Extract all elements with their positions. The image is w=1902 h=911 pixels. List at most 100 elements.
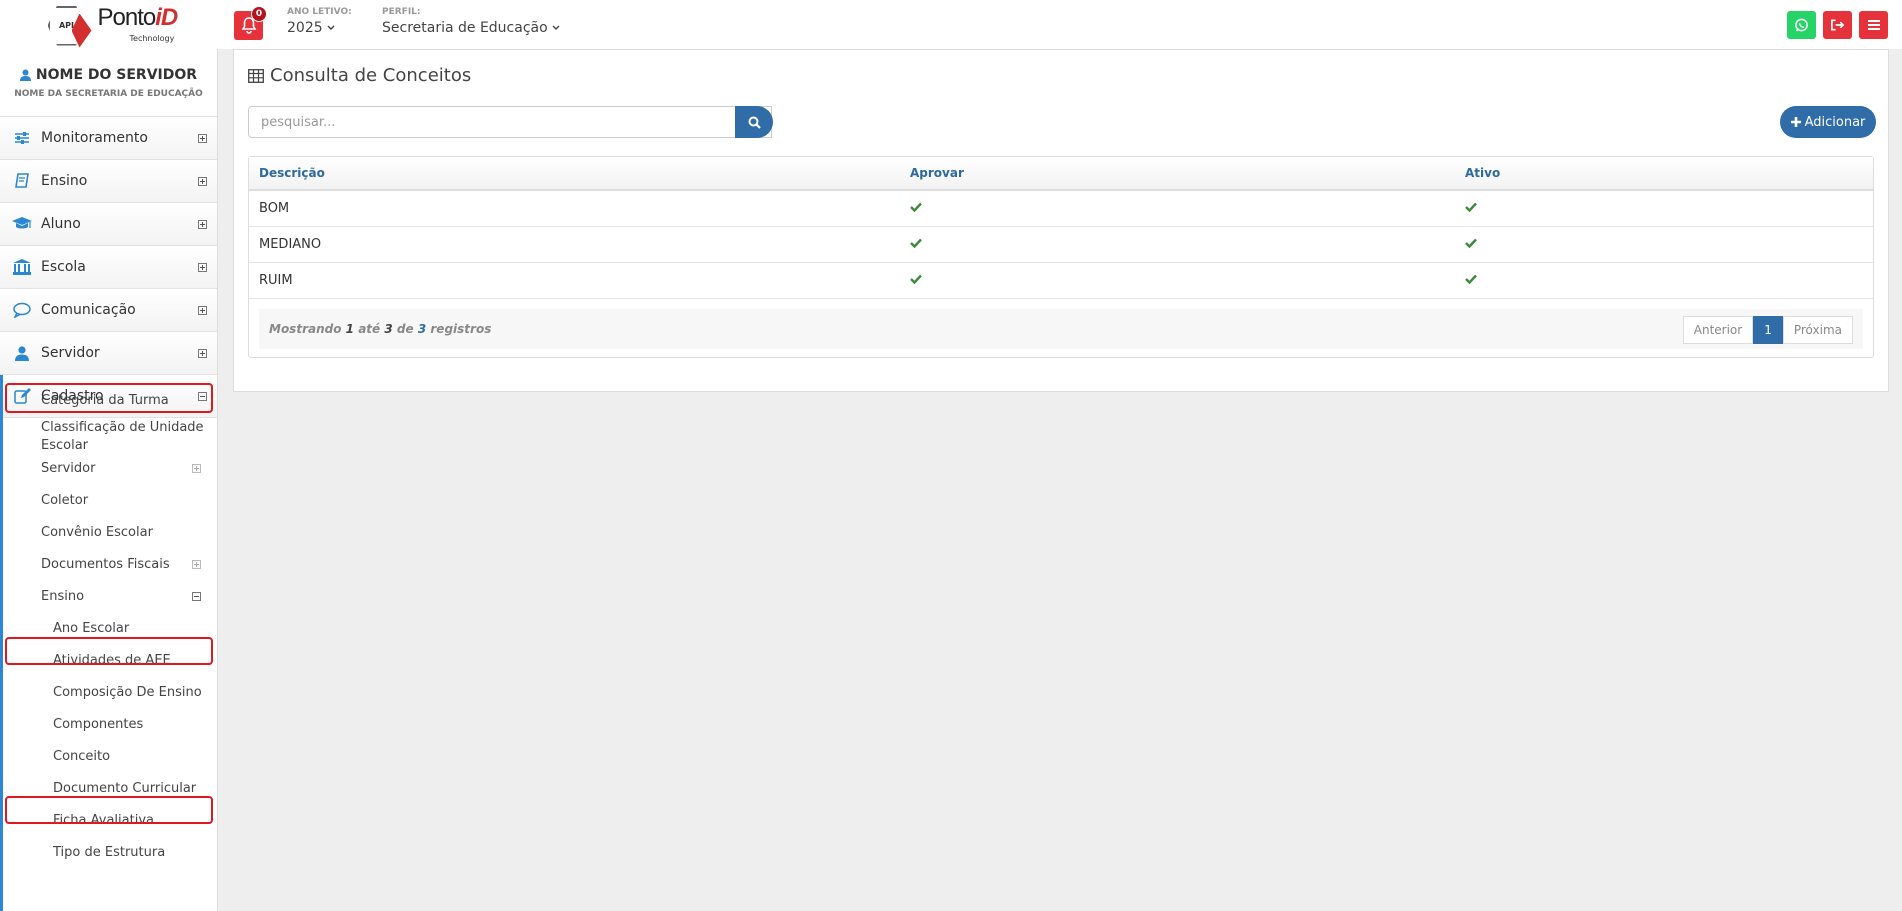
- submenu-item-composicao-ensino[interactable]: Composição De Ensino: [53, 685, 202, 700]
- submenu-item-servidor[interactable]: Servidor: [41, 461, 211, 476]
- submenu-item-convenio[interactable]: Convênio Escolar: [41, 525, 153, 540]
- comment-icon: [12, 300, 32, 320]
- expand-icon: [198, 176, 207, 186]
- user-icon: [19, 69, 31, 81]
- column-header-aprovar[interactable]: Aprovar: [900, 166, 1455, 180]
- expand-icon: [198, 262, 207, 272]
- cell-descricao: BOM: [259, 201, 290, 216]
- column-header-descricao[interactable]: Descrição: [249, 166, 900, 180]
- expand-icon: [198, 305, 207, 315]
- logo[interactable]: API PontoiD Technology: [0, 0, 218, 49]
- sliders-icon: [12, 128, 32, 148]
- records-info: Mostrando 1 até 3 de 3 registros: [269, 322, 492, 336]
- submenu-item-classificacao[interactable]: Classificação de Unidade Escolar: [41, 419, 206, 455]
- add-button-label: Adicionar: [1804, 114, 1866, 130]
- sidebar-item-monitoramento[interactable]: Monitoramento: [0, 117, 217, 160]
- sidebar-item-aluno[interactable]: Aluno: [0, 203, 217, 246]
- book-icon: [12, 171, 32, 191]
- highlight-ensino: [5, 637, 213, 665]
- whatsapp-button[interactable]: [1787, 11, 1816, 39]
- table-footer: Mostrando 1 até 3 de 3 registros Anterio…: [249, 299, 1873, 357]
- submenu-item-label: Documentos Fiscais: [41, 557, 170, 572]
- sidebar-item-label: Ensino: [41, 173, 88, 189]
- submenu-item-documentos-fiscais[interactable]: Documentos Fiscais: [41, 557, 211, 572]
- notifications-count-badge: 0: [251, 6, 267, 22]
- cell-descricao: MEDIANO: [259, 237, 322, 252]
- logout-button[interactable]: [1823, 11, 1852, 39]
- check-icon: [910, 274, 922, 285]
- expand-icon: [198, 348, 207, 358]
- pagination: Anterior 1 Próxima: [1682, 316, 1853, 344]
- sidebar-item-label: Monitoramento: [41, 130, 148, 146]
- user-department: NOME DA SECRETARIA DE EDUCAÇÃO: [14, 89, 203, 99]
- profile-label: PERFIL:: [382, 7, 421, 17]
- notifications-button[interactable]: 0: [234, 6, 267, 40]
- bank-icon: [12, 257, 32, 277]
- check-icon: [1465, 202, 1477, 213]
- user-icon: [12, 343, 32, 363]
- submenu-item-ano-escolar[interactable]: Ano Escolar: [53, 621, 129, 636]
- profile-selector[interactable]: PERFIL: Secretaria de Educação: [382, 7, 560, 36]
- profile-value: Secretaria de Educação: [382, 20, 548, 36]
- whatsapp-icon: [1795, 18, 1808, 31]
- hamburger-icon: [1867, 20, 1880, 30]
- search-icon: [748, 116, 761, 129]
- pagination-page-1[interactable]: 1: [1753, 316, 1783, 344]
- check-icon: [910, 238, 922, 249]
- sidebar-item-label: Escola: [41, 259, 86, 275]
- column-header-ativo[interactable]: Ativo: [1455, 166, 1873, 180]
- submenu-item-tipo-estrutura[interactable]: Tipo de Estrutura: [53, 845, 165, 860]
- top-header: API PontoiD Technology 0 ANO LETIVO: 202…: [0, 0, 1902, 49]
- sidebar: NOME DO SERVIDOR NOME DA SECRETARIA DE E…: [0, 49, 218, 911]
- expand-icon: [192, 464, 201, 473]
- submenu-item-conceito[interactable]: Conceito: [53, 749, 110, 764]
- logo-text: PontoiD: [97, 3, 179, 31]
- highlight-cadastro: [5, 383, 213, 413]
- check-icon: [910, 202, 922, 213]
- graduation-cap-icon: [12, 214, 32, 234]
- school-year-selector[interactable]: ANO LETIVO: 2025: [287, 7, 352, 36]
- school-year-label: ANO LETIVO:: [287, 7, 352, 17]
- chevron-down-icon: [552, 25, 560, 30]
- submenu-item-componentes[interactable]: Componentes: [53, 717, 143, 732]
- table-row[interactable]: MEDIANO: [249, 227, 1873, 263]
- school-year-value: 2025: [287, 20, 323, 36]
- logo-subtitle: Technology: [129, 33, 175, 43]
- sidebar-item-label: Comunicação: [41, 302, 136, 318]
- concepts-table: Descrição Aprovar Ativo BOM MEDIANO RUIM…: [248, 156, 1874, 358]
- table-icon: [248, 68, 264, 83]
- submenu-item-label: Servidor: [41, 461, 96, 476]
- search-input[interactable]: [248, 106, 772, 138]
- user-name: NOME DO SERVIDOR: [35, 67, 198, 83]
- sidebar-item-servidor[interactable]: Servidor: [0, 332, 217, 375]
- submenu-item-coletor[interactable]: Coletor: [41, 493, 88, 508]
- menu-button[interactable]: [1859, 11, 1888, 39]
- page-title: Consulta de Conceitos: [248, 65, 471, 86]
- submenu-item-label: Ensino: [41, 589, 85, 604]
- page-title-text: Consulta de Conceitos: [270, 65, 472, 86]
- submenu-item-documento-curricular[interactable]: Documento Curricular: [53, 781, 196, 796]
- expand-icon: [198, 133, 207, 143]
- sidebar-item-comunicacao[interactable]: Comunicação: [0, 289, 217, 332]
- pagination-prev[interactable]: Anterior: [1682, 316, 1754, 344]
- cell-descricao: RUIM: [259, 273, 293, 288]
- user-info: NOME DO SERVIDOR NOME DA SECRETARIA DE E…: [0, 49, 217, 117]
- highlight-conceito: [5, 796, 213, 824]
- sidebar-item-ensino[interactable]: Ensino: [0, 160, 217, 203]
- check-icon: [1465, 274, 1477, 285]
- table-row[interactable]: RUIM: [249, 263, 1873, 299]
- add-button[interactable]: Adicionar: [1780, 106, 1876, 138]
- main-panel: Consulta de Conceitos Adicionar Descriçã…: [233, 49, 1889, 392]
- table-header: Descrição Aprovar Ativo: [249, 157, 1873, 191]
- submenu-item-ensino[interactable]: Ensino: [41, 589, 211, 604]
- sign-out-icon: [1831, 19, 1845, 31]
- expand-icon: [192, 560, 201, 569]
- search-button[interactable]: [735, 106, 773, 138]
- sidebar-item-escola[interactable]: Escola: [0, 246, 217, 289]
- check-icon: [1465, 238, 1477, 249]
- chevron-down-icon: [327, 25, 335, 30]
- table-row[interactable]: BOM: [249, 191, 1873, 227]
- pagination-next[interactable]: Próxima: [1782, 316, 1853, 344]
- sidebar-item-label: Aluno: [41, 216, 81, 232]
- sidebar-item-label: Servidor: [41, 345, 100, 361]
